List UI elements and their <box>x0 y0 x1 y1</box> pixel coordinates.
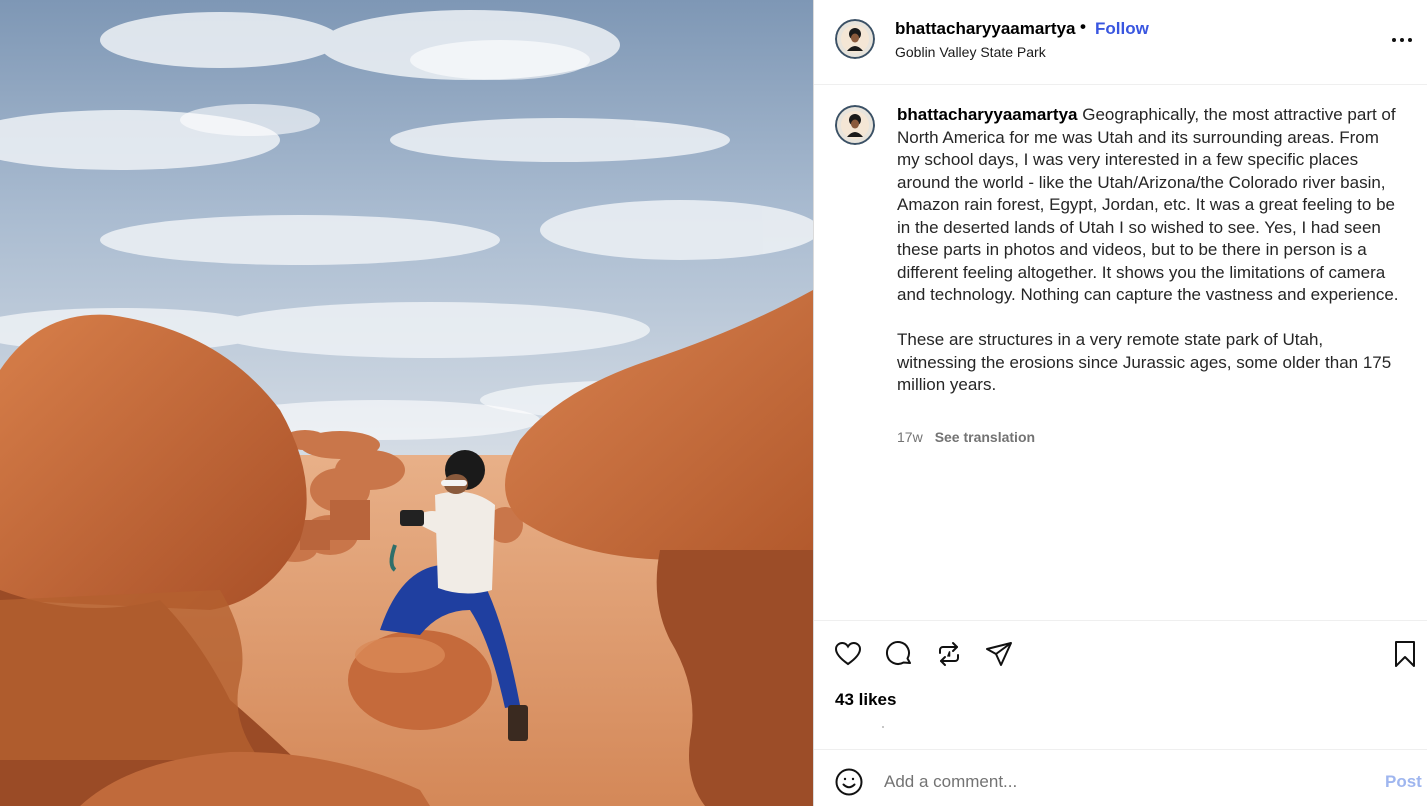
likes-count[interactable]: 43 likes <box>835 690 896 710</box>
see-translation-link[interactable]: See translation <box>935 429 1035 445</box>
comment-icon[interactable] <box>884 639 914 669</box>
caption-paragraph-1: Geographically, the most attractive part… <box>897 105 1399 304</box>
comment-bar: Post <box>814 749 1427 806</box>
post-photo[interactable] <box>0 0 813 806</box>
caption-area: bhattacharyyaamartya Geographically, the… <box>814 86 1427 620</box>
caption-paragraph-2: These are structures in a very remote st… <box>897 330 1392 394</box>
caption-avatar[interactable] <box>835 105 875 145</box>
heart-icon[interactable] <box>833 639 863 669</box>
caption-text: bhattacharyyaamartya Geographically, the… <box>897 104 1399 397</box>
action-bar: 43 likes <box>814 620 1427 749</box>
desert-photo-illustration <box>0 0 813 806</box>
header-username[interactable]: bhattacharyyaamartya <box>895 19 1075 39</box>
post-sidebar: bhattacharyyaamartya • Follow Goblin Val… <box>813 0 1427 806</box>
post-header: bhattacharyyaamartya • Follow Goblin Val… <box>814 0 1427 85</box>
caption-meta: 17w See translation <box>897 429 1035 445</box>
post-viewer: bhattacharyyaamartya • Follow Goblin Val… <box>0 0 1427 806</box>
location-link[interactable]: Goblin Valley State Park <box>895 44 1046 60</box>
repost-icon[interactable] <box>934 639 964 669</box>
follow-button[interactable]: Follow <box>1095 19 1149 39</box>
post-comment-button[interactable]: Post <box>1385 772 1422 792</box>
more-options-icon[interactable] <box>1390 30 1418 50</box>
comment-input[interactable] <box>884 770 1354 794</box>
share-icon[interactable] <box>984 639 1014 669</box>
post-age[interactable]: 17w <box>897 429 923 445</box>
divider-dot <box>882 726 884 728</box>
caption-username[interactable]: bhattacharyyaamartya <box>897 105 1077 124</box>
avatar[interactable] <box>835 19 875 59</box>
smiley-icon[interactable] <box>834 767 864 797</box>
bookmark-icon[interactable] <box>1390 639 1420 669</box>
separator-dot: • <box>1080 17 1086 36</box>
